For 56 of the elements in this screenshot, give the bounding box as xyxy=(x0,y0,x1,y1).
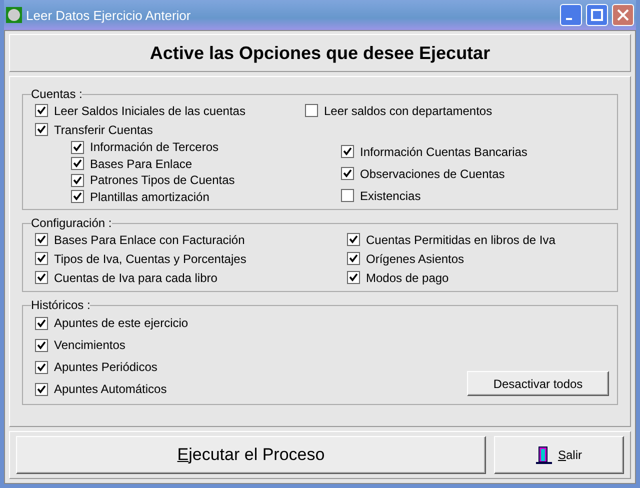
checkbox[interactable] xyxy=(35,338,48,352)
checkbox-label: Apuntes Automáticos xyxy=(54,382,167,396)
checkbox-label: Bases Para Enlace xyxy=(90,156,192,171)
group-label: Históricos : xyxy=(31,298,90,312)
checkbox[interactable] xyxy=(71,157,84,170)
checkbox-label: Cuentas de Iva para cada libro xyxy=(54,270,218,284)
checkbox-label: Orígenes Asientos xyxy=(366,252,464,266)
checkbox[interactable] xyxy=(341,189,354,202)
maximize-icon xyxy=(591,9,603,21)
checkbox-label: Vencimientos xyxy=(54,338,126,352)
checkbox[interactable] xyxy=(35,360,48,374)
app-icon xyxy=(6,7,22,23)
checkbox[interactable] xyxy=(35,382,48,396)
checkbox[interactable] xyxy=(71,174,84,187)
close-icon xyxy=(617,9,629,21)
checkbox-label: Apuntes de este ejercicio xyxy=(54,316,188,330)
minimize-button[interactable] xyxy=(560,4,582,26)
checkbox-label: Información Cuentas Bancarias xyxy=(360,144,528,158)
checkbox[interactable] xyxy=(35,233,48,246)
close-button[interactable] xyxy=(612,4,634,26)
checkbox[interactable] xyxy=(341,145,354,158)
checkbox-label: Patrones Tipos de Cuentas xyxy=(90,173,235,188)
heading: Active las Opciones que desee Ejecutar xyxy=(150,42,490,64)
exit-button[interactable]: Salir xyxy=(494,436,624,474)
checkbox-label: Cuentas Permitidas en libros de Iva xyxy=(366,232,556,246)
checkbox[interactable] xyxy=(341,167,354,180)
checkbox-label: Leer Saldos Iniciales de las cuentas xyxy=(54,104,246,118)
checkbox-label: Transferir Cuentas xyxy=(54,122,153,136)
door-icon xyxy=(536,446,552,464)
checkbox[interactable] xyxy=(71,190,84,204)
checkbox-label: Observaciones de Cuentas xyxy=(360,166,505,180)
checkbox-label: Apuntes Periódicos xyxy=(54,360,158,374)
run-button[interactable]: Ejecutar el Proceso xyxy=(16,436,486,474)
checkbox-label: Existencias xyxy=(360,188,421,202)
checkbox[interactable] xyxy=(71,140,84,154)
group-label: Cuentas : xyxy=(31,87,82,101)
deactivate-all-button[interactable]: Desactivar todos xyxy=(467,371,609,396)
window-title: Leer Datos Ejercicio Anterior xyxy=(26,8,192,22)
checkbox-label: Tipos de Iva, Cuentas y Porcentajes xyxy=(54,252,246,266)
checkbox-label: Modos de pago xyxy=(366,270,449,284)
checkbox[interactable] xyxy=(347,233,360,246)
checkbox-label: Leer saldos con departamentos xyxy=(324,104,492,118)
maximize-button[interactable] xyxy=(586,4,608,26)
checkbox[interactable] xyxy=(305,104,318,117)
checkbox[interactable] xyxy=(347,252,360,265)
checkbox-label: Información de Terceros xyxy=(90,140,219,154)
checkbox[interactable] xyxy=(35,123,48,136)
checkbox-label: Plantillas amortización xyxy=(90,190,210,204)
checkbox[interactable] xyxy=(35,316,48,330)
checkbox[interactable] xyxy=(35,271,48,284)
checkbox[interactable] xyxy=(35,252,48,265)
checkbox[interactable] xyxy=(347,271,360,284)
minimize-icon xyxy=(566,18,572,20)
group-label: Configuración : xyxy=(31,216,112,230)
checkbox-label: Bases Para Enlace con Facturación xyxy=(54,232,245,246)
checkbox[interactable] xyxy=(35,104,48,117)
